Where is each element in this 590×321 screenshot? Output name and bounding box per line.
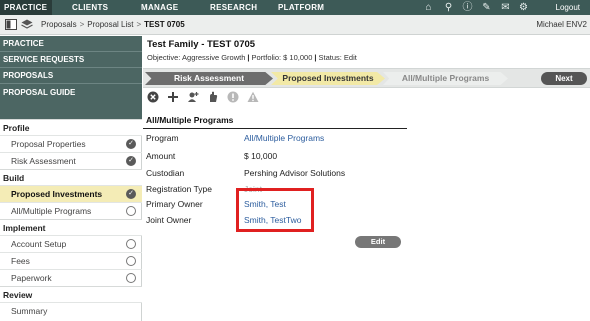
add-person-icon[interactable] — [187, 91, 199, 103]
sidebar-item-label: Fees — [11, 256, 30, 266]
nav-tab-clients[interactable]: CLIENTS — [72, 0, 108, 15]
step-risk-assessment[interactable]: Risk Assessment — [145, 72, 273, 85]
custodian-label: Custodian — [146, 168, 185, 178]
empty-circle-icon — [126, 256, 136, 266]
remove-icon[interactable] — [147, 91, 159, 103]
home-icon[interactable]: ⌂ — [423, 2, 434, 13]
warning-icon — [247, 91, 259, 102]
step-proposed-investments[interactable]: Proposed Investments — [271, 72, 385, 85]
amount-value: $ 10,000 — [244, 151, 278, 161]
logout-link[interactable]: Logout — [556, 0, 580, 15]
breadcrumb-separator: > — [136, 20, 142, 29]
sidebar-section-build: Build — [0, 169, 142, 185]
user-name[interactable]: Michael ENV2 — [536, 15, 587, 35]
check-circle-icon: ✓ — [126, 189, 136, 199]
sidebar-item-label: Account Setup — [11, 239, 67, 249]
wrench-icon[interactable]: ✎ — [481, 2, 492, 13]
sidebar-item-label: Proposal Properties — [11, 139, 86, 149]
joint-owner-label: Joint Owner — [146, 215, 192, 225]
chat-icon[interactable]: ✉ — [500, 2, 511, 13]
sidebar-header-proposal-guide[interactable]: PROPOSAL GUIDE — [0, 84, 142, 120]
sidebar-item-risk-assessment[interactable]: Risk Assessment ✓ — [0, 152, 142, 169]
custodian-value: Pershing Advisor Solutions — [244, 168, 346, 178]
sidebar-item-paperwork[interactable]: Paperwork — [0, 269, 142, 286]
highlight-box — [236, 188, 314, 232]
sidebar-section-profile: Profile — [0, 119, 142, 135]
section-divider — [143, 128, 407, 129]
nav-tab-research[interactable]: RESEARCH — [210, 0, 257, 15]
primary-owner-label: Primary Owner — [146, 199, 203, 209]
stack-icon[interactable] — [21, 19, 33, 30]
amount-label: Amount — [146, 151, 176, 161]
add-icon[interactable] — [167, 91, 179, 103]
detail-row-program: Program All/Multiple Programs — [146, 130, 406, 146]
sidebar-item-summary[interactable]: Summary — [0, 302, 142, 319]
section-title: All/Multiple Programs — [146, 115, 234, 125]
empty-circle-icon — [126, 273, 136, 283]
info-icon[interactable]: ⓘ — [462, 2, 473, 13]
progress-steps: Risk Assessment Proposed Investments All… — [143, 68, 590, 88]
page-title: Test Family - TEST 0705 — [147, 39, 256, 50]
next-button[interactable]: Next — [541, 72, 587, 85]
divider: | — [314, 53, 317, 62]
nav-tab-platform[interactable]: PLATFORM — [278, 0, 324, 15]
hand-icon[interactable] — [207, 91, 219, 103]
alert-circle-icon — [227, 91, 239, 103]
breadcrumb-proposal-list[interactable]: Proposal List — [87, 20, 133, 29]
registration-type-label: Registration Type — [146, 184, 212, 194]
main-content: Test Family - TEST 0705 Objective: Aggre… — [143, 36, 590, 321]
program-link[interactable]: All/Multiple Programs — [244, 130, 324, 146]
gear-icon[interactable]: ⚙ — [518, 2, 529, 13]
nav-tab-practice[interactable]: PRACTICE — [0, 0, 52, 15]
sidebar-item-label: Summary — [11, 306, 48, 316]
portfolio-text: Portfolio: $ 10,000 — [251, 53, 313, 62]
detail-row-amount: Amount $ 10,000 — [146, 148, 406, 164]
breadcrumb: Proposals > Proposal List > TEST 0705 — [41, 15, 185, 35]
sidebar-header-practice[interactable]: PRACTICE — [0, 36, 142, 52]
divider: | — [247, 53, 250, 62]
sidebar-item-all-multiple-programs[interactable]: All/Multiple Programs — [0, 202, 142, 219]
edit-button[interactable]: Edit — [355, 236, 401, 248]
search-icon[interactable]: ⚲ — [443, 2, 454, 13]
check-circle-icon: ✓ — [126, 156, 136, 166]
program-label: Program — [146, 133, 179, 143]
sidebar-item-proposal-properties[interactable]: Proposal Properties ✓ — [0, 135, 142, 152]
objective-text: Objective: Aggressive Growth — [147, 53, 246, 62]
nav-tab-manage[interactable]: MANAGE — [141, 0, 178, 15]
breadcrumb-current: TEST 0705 — [144, 20, 185, 29]
breadcrumb-proposals[interactable]: Proposals — [41, 20, 77, 29]
breadcrumb-separator: > — [79, 20, 85, 29]
sidebar-section-review: Review — [0, 286, 142, 302]
empty-circle-icon — [126, 206, 136, 216]
collapse-panel-icon[interactable] — [5, 19, 17, 30]
proposal-summary: Objective: Aggressive Growth | Portfolio: … — [147, 53, 357, 62]
sidebar: PRACTICE SERVICE REQUESTS PROPOSALS PROP… — [0, 36, 142, 321]
check-circle-icon: ✓ — [126, 139, 136, 149]
sidebar-item-fees[interactable]: Fees — [0, 252, 142, 269]
sidebar-item-label: Paperwork — [11, 273, 52, 283]
sidebar-header-proposals[interactable]: PROPOSALS — [0, 68, 142, 84]
detail-row-custodian: Custodian Pershing Advisor Solutions — [146, 165, 406, 181]
sidebar-item-label: Proposed Investments — [11, 189, 103, 199]
empty-circle-icon — [126, 239, 136, 249]
top-nav: PRACTICE CLIENTS MANAGE RESEARCH PLATFOR… — [0, 0, 590, 15]
sidebar-header-service-requests[interactable]: SERVICE REQUESTS — [0, 52, 142, 68]
sidebar-item-account-setup[interactable]: Account Setup — [0, 235, 142, 252]
status-text: Status: Edit — [318, 53, 357, 62]
sidebar-item-proposed-investments[interactable]: Proposed Investments ✓ — [0, 185, 142, 202]
breadcrumb-bar: Proposals > Proposal List > TEST 0705 Michae… — [0, 15, 590, 35]
sidebar-item-label: All/Multiple Programs — [11, 206, 92, 216]
step-all-multiple-programs[interactable]: All/Multiple Programs — [383, 72, 508, 85]
sidebar-section-implement: Implement — [0, 219, 142, 235]
sidebar-item-label: Risk Assessment — [11, 156, 76, 166]
